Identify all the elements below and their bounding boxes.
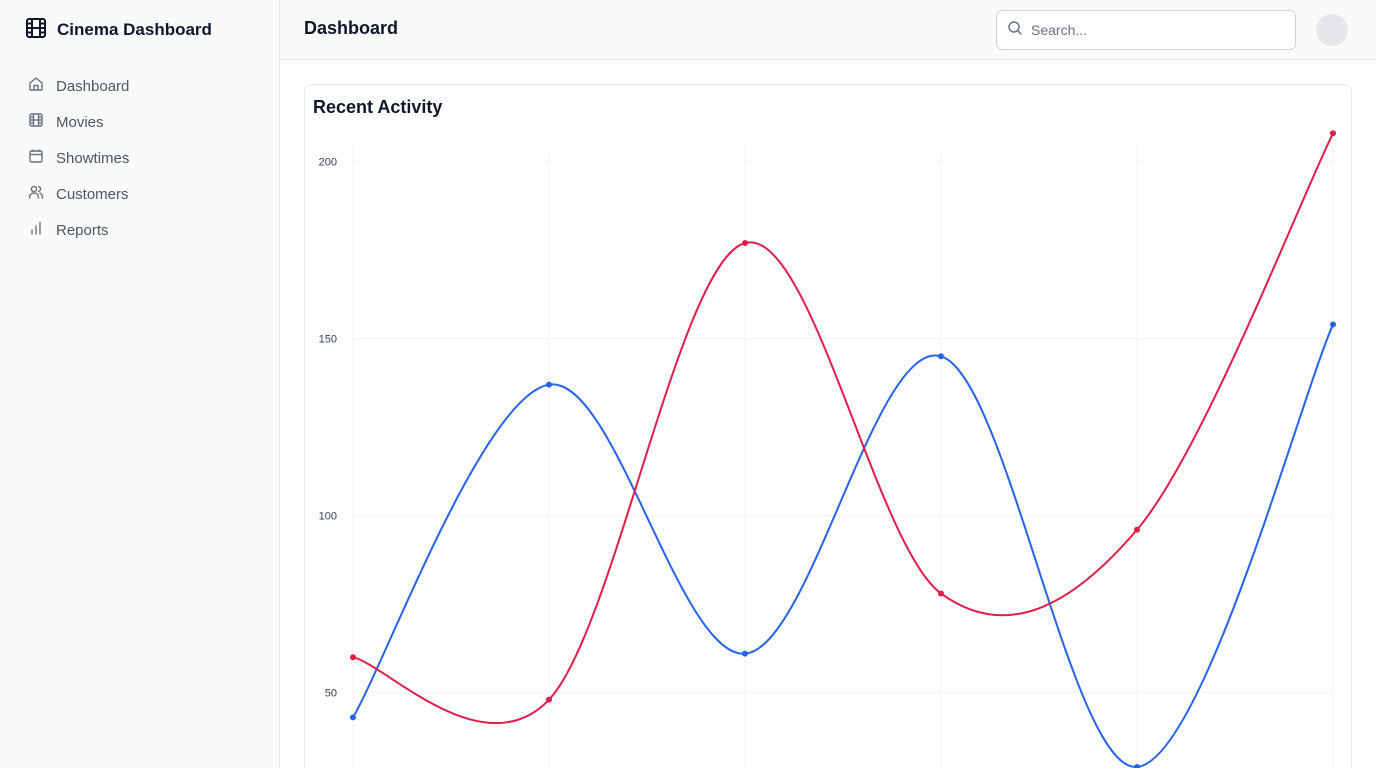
calendar-icon <box>28 148 44 168</box>
sidebar-item-label: Reports <box>56 221 109 239</box>
sidebar-item-reports[interactable]: Reports <box>0 212 280 248</box>
search-box[interactable] <box>996 10 1296 50</box>
top-header: Dashboard <box>280 0 1376 60</box>
film-icon <box>25 17 47 44</box>
bar-chart-icon <box>28 220 44 240</box>
sidebar-item-label: Dashboard <box>56 77 130 95</box>
sidebar-item-customers[interactable]: Customers <box>0 176 280 212</box>
search-input[interactable] <box>1031 22 1271 38</box>
sidebar-item-label: Movies <box>56 113 104 131</box>
sidebar-item-showtimes[interactable]: Showtimes <box>0 140 280 176</box>
sidebar-item-movies[interactable]: Movies <box>0 104 280 140</box>
page-title: Dashboard <box>304 18 399 38</box>
recent-activity-card: Recent Activity <box>304 84 1352 768</box>
sidebar-item-label: Customers <box>56 185 129 203</box>
film-icon <box>28 112 44 132</box>
brand[interactable]: Cinema Dashboard <box>25 17 212 44</box>
search-icon <box>1007 20 1023 41</box>
card-title: Recent Activity <box>313 97 443 117</box>
sidebar: Cinema Dashboard Dashboard Movies Showti… <box>0 0 280 768</box>
app-title: Cinema Dashboard <box>57 20 212 39</box>
sidebar-nav: Dashboard Movies Showtimes Customers Rep… <box>0 68 280 248</box>
avatar[interactable] <box>1316 14 1348 46</box>
sidebar-item-label: Showtimes <box>56 149 130 167</box>
sidebar-item-dashboard[interactable]: Dashboard <box>0 68 280 104</box>
home-icon <box>28 76 44 96</box>
users-icon <box>28 184 44 204</box>
